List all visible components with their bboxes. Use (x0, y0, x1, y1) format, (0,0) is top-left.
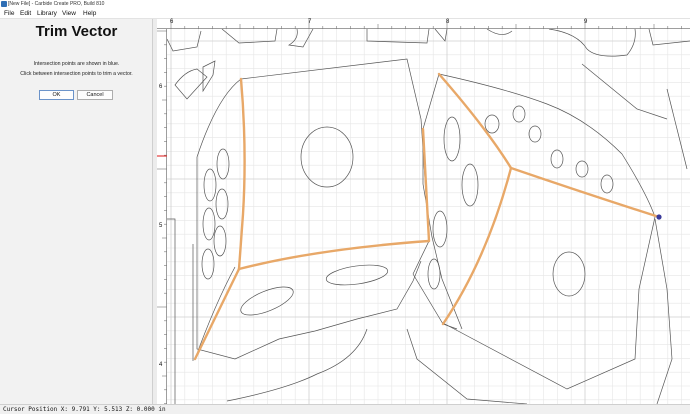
vector-shape (213, 225, 227, 257)
vector-shape (325, 264, 389, 286)
ruler-top: 6 7 8 9 (157, 19, 690, 29)
menu-edit[interactable]: Edit (20, 9, 31, 19)
vector-shape (240, 286, 294, 316)
panel-instruction-2: Click between intersection points to tri… (20, 71, 133, 77)
vector-shape (422, 73, 463, 330)
selected-vector (193, 72, 661, 361)
vector-shape (600, 174, 614, 194)
vector-shape (528, 125, 542, 143)
ruler-left-label: 6 (159, 84, 163, 90)
ruler-left-label: 5 (159, 223, 163, 229)
intersection-point (656, 214, 662, 220)
vector-shape (427, 258, 441, 290)
vector-shape (434, 29, 448, 42)
ruler-left: 6 5 4 (157, 29, 167, 404)
menu-library[interactable]: Library (37, 9, 57, 19)
vector-shape (438, 73, 656, 218)
vector-shape (226, 328, 368, 402)
title-bar: [New File] - Carbide Create PRO, Build 8… (0, 0, 690, 9)
vector-shape (174, 68, 208, 100)
vector-shape (203, 168, 217, 202)
ruler-top-ticks (170, 19, 682, 29)
selected-segment (421, 127, 431, 243)
vector-shape (512, 105, 526, 123)
vector-shape (654, 218, 673, 404)
vector-shape (666, 88, 688, 170)
cancel-button[interactable]: Cancel (77, 90, 113, 100)
vector-shape (240, 58, 430, 275)
selected-segment (437, 72, 513, 170)
ruler-top-label: 6 (170, 19, 174, 25)
menu-bar: File Edit Library View Help (0, 9, 690, 19)
selected-segment (441, 166, 513, 326)
ruler-top-label: 7 (308, 19, 312, 25)
vector-shape (648, 29, 690, 46)
vector-shape (575, 160, 589, 178)
panel-title: Trim Vector (35, 23, 118, 40)
app-icon (1, 1, 7, 7)
trim-vector-panel: Trim Vector Intersection points are show… (0, 19, 153, 404)
vector-shape (202, 207, 216, 241)
vector-shape (548, 29, 636, 57)
canvas-drawing[interactable] (167, 29, 690, 404)
vector-shape (461, 163, 479, 207)
ok-button[interactable]: OK (39, 90, 74, 100)
design-canvas[interactable] (167, 29, 690, 404)
ruler-left-label: 4 (159, 362, 163, 368)
vector-shape (432, 210, 448, 248)
ruler-top-label: 8 (446, 19, 450, 25)
menu-view[interactable]: View (62, 9, 76, 19)
vector-shape (216, 148, 230, 180)
cursor-position: Cursor Position X: 9.791 Y: 5.513 Z: 0.0… (3, 406, 166, 413)
vector-shape (202, 60, 216, 93)
vector-shape (406, 328, 528, 404)
menu-help[interactable]: Help (83, 9, 96, 19)
menu-file[interactable]: File (4, 9, 14, 19)
status-bar: Cursor Position X: 9.791 Y: 5.513 Z: 0.0… (0, 404, 690, 414)
window-title: [New File] - Carbide Create PRO, Build 8… (8, 1, 105, 7)
vector-shape (486, 29, 513, 35)
ruler-top-label: 9 (584, 19, 588, 25)
panel-instruction-1: Intersection points are shown in blue. (33, 61, 120, 67)
selected-segment (193, 267, 241, 361)
